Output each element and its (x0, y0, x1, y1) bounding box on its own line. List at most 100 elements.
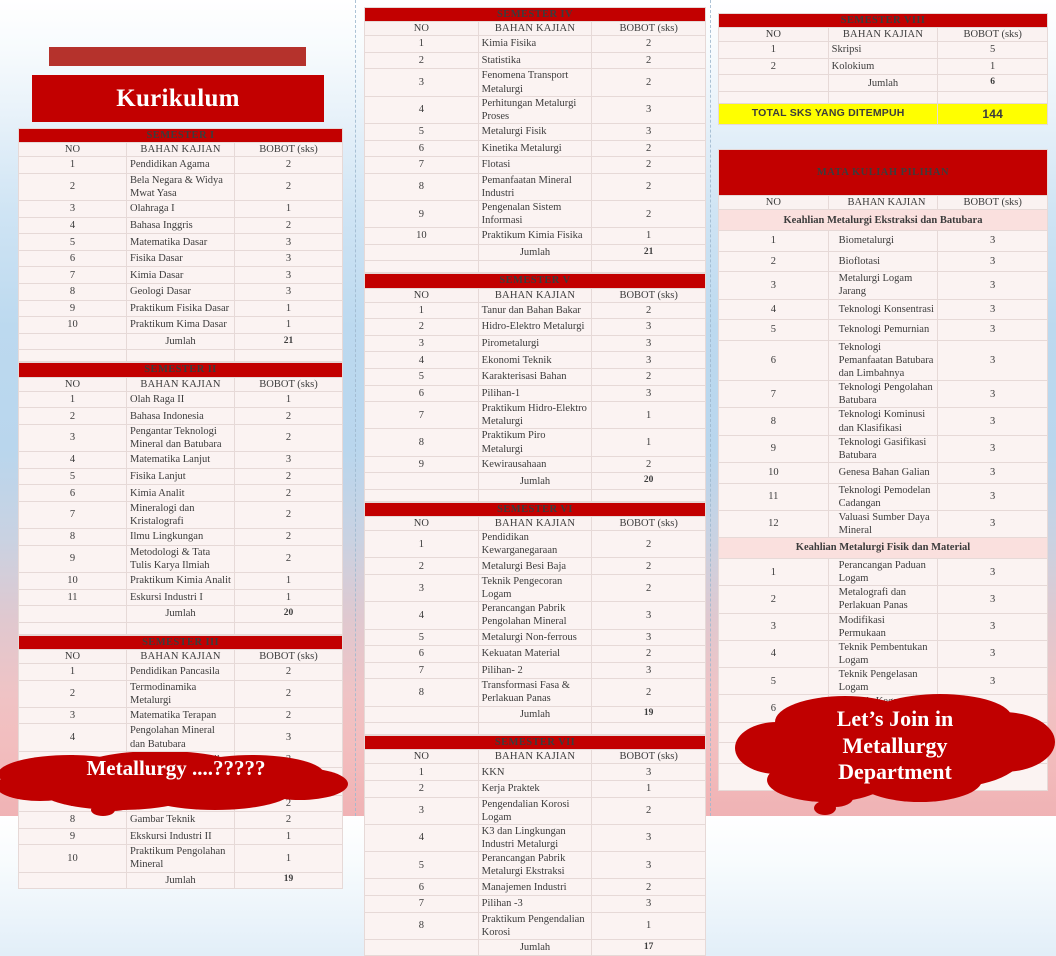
table-row: 7 Flotasi 2 (364, 156, 706, 174)
header-subject: BAHAN KAJIAN (126, 142, 235, 158)
table-row: 5 Fisika Lanjut 2 (18, 467, 343, 486)
table-row: 4 Matematika Lanjut 3 (18, 451, 343, 469)
table-row: 3 Fenomena Transport Metalurgi 2 (364, 68, 706, 97)
row-no: 5 (364, 851, 479, 880)
total-row: Jumlah 20 (364, 472, 706, 490)
row-credits: 3 (937, 585, 1048, 614)
row-subject: Pirometalurgi (477, 334, 593, 353)
table-row: 1 Tanur dan Bahan Bakar 2 (364, 301, 706, 320)
row-subject: Pendidikan Pancasila (126, 663, 235, 681)
row-credits: 3 (591, 661, 706, 680)
row-credits: 2 (234, 528, 343, 546)
row-credits: 2 (234, 500, 343, 530)
row-no: 5 (364, 122, 479, 141)
table-row: 3 Modifikasi Permukaan 3 (718, 612, 1048, 641)
header-subject: BAHAN KAJIAN (126, 648, 235, 665)
row-subject: Teknik Pengecoran Logam (477, 573, 593, 603)
table-row: 2 Kerja Praktek 1 (364, 779, 706, 798)
table-row: 1 KKN 3 (364, 763, 706, 781)
total-credits: 21 (234, 332, 343, 351)
table-row: 10 Praktikum Kimia Fisika 1 (364, 227, 706, 245)
row-subject: Metalografi dan Perlakuan Panas (827, 585, 939, 614)
elective-group-name: Keahlian Metalurgi Ekstraksi dan Batubar… (718, 209, 1048, 232)
row-subject: Bahasa Indonesia (126, 407, 235, 425)
row-credits: 1 (591, 779, 706, 798)
row-no: 6 (364, 645, 479, 663)
total-credits: 21 (591, 243, 706, 262)
table-row: 9 Praktikum Fisika Dasar 1 (18, 299, 343, 318)
row-credits: 2 (234, 423, 343, 453)
semester-title: SEMESTER VIII (718, 12, 1048, 29)
semester-title-row: SEMESTER I (18, 127, 343, 144)
row-no: 8 (364, 172, 479, 201)
header-credits: BOBOT (sks) (937, 195, 1048, 211)
row-subject: Geologi Dasar (126, 283, 235, 301)
row-no: 2 (364, 51, 479, 70)
row-credits: 3 (937, 407, 1048, 436)
total-row: Jumlah 19 (18, 871, 343, 890)
table-row: 5 Teknologi Pemurnian 3 (718, 319, 1048, 341)
table-header-row: NO BAHAN KAJIAN BOBOT (sks) (364, 749, 706, 765)
row-subject: Olah Raga II (126, 390, 235, 409)
row-subject: Mineralogi dan Kristalografi (126, 500, 235, 530)
row-no: 6 (364, 878, 479, 896)
total-sks-row: TOTAL SKS YANG DITEMPUH 144 (717, 103, 1048, 126)
row-no: 1 (18, 156, 127, 174)
row-credits: 3 (234, 266, 343, 285)
table-header-row: NO BAHAN KAJIAN BOBOT (sks) (364, 21, 706, 37)
row-no: 7 (18, 266, 127, 285)
row-no: 1 (18, 390, 127, 409)
row-no: 2 (18, 407, 127, 425)
row-credits: 2 (234, 407, 343, 425)
row-credits: 3 (591, 384, 706, 403)
table-row: 2 Termodinamika Metalurgi 2 (18, 679, 343, 708)
row-no: 2 (364, 318, 479, 336)
row-credits: 3 (937, 298, 1048, 321)
semester-title: SEMESTER VII (364, 735, 706, 751)
row-credits: 3 (591, 95, 706, 124)
table-row: 2 Statistika 2 (364, 51, 706, 70)
row-no: 3 (364, 334, 479, 353)
row-subject: Perhitungan Metalurgi Proses (477, 95, 593, 124)
row-credits: 2 (591, 139, 706, 158)
row-no: 6 (364, 384, 479, 403)
total-credits: 20 (591, 472, 706, 490)
table-row: 1 Pendidikan Pancasila 2 (18, 663, 343, 681)
header-credits: BOBOT (sks) (234, 648, 343, 665)
table-row: 5 Karakterisasi Bahan 2 (364, 368, 706, 386)
table-header-row: NO BAHAN KAJIAN BOBOT (sks) (18, 376, 343, 392)
row-credits: 2 (234, 706, 343, 725)
row-no: 7 (364, 401, 479, 430)
column-divider-right (710, 0, 711, 816)
row-credits: 1 (591, 911, 706, 940)
row-credits: 2 (234, 544, 343, 574)
semester-table: SEMESTER VIII NO BAHAN KAJIAN BOBOT (sks) 1 S… (717, 12, 1048, 126)
row-subject: Manajemen Industri (477, 878, 593, 896)
table-row: 9 Teknologi Gasifikasi Batubara 3 (718, 434, 1048, 463)
row-credits: 2 (591, 455, 706, 474)
row-credits: 3 (937, 612, 1048, 641)
table-row: 5 Metalurgi Fisik 3 (364, 122, 706, 141)
row-no: 4 (718, 298, 829, 321)
table-row: 9 Pengenalan Sistem Informasi 2 (364, 199, 706, 229)
row-credits: 3 (937, 482, 1048, 511)
table-row: 4 Ekonomi Teknik 3 (364, 351, 706, 370)
header-subject: BAHAN KAJIAN (827, 27, 939, 43)
header-credits: BOBOT (sks) (234, 142, 343, 158)
row-credits: 2 (591, 573, 706, 603)
table-row: 7 Pilihan- 23 (364, 661, 706, 680)
row-credits: 2 (234, 172, 343, 202)
row-credits: 1 (234, 200, 343, 218)
row-subject: Matematika Terapan (126, 706, 235, 725)
row-no: 10 (364, 227, 479, 245)
row-subject: Transformasi Fasa & Perlakuan Panas (477, 678, 593, 707)
table-row: 6 Fisika Dasar 3 (18, 249, 343, 268)
table-row: 9 Metodologi & Tata Tulis Karya Ilmiah 2 (18, 544, 343, 574)
row-credits: 1 (937, 57, 1048, 76)
row-no: 2 (718, 250, 829, 273)
table-row: 4 Pengolahan Mineral dan Batubara 3 (18, 723, 343, 752)
row-subject: Ekskursi Industri II (126, 827, 235, 846)
row-subject: Teknologi Pemurnian (827, 319, 939, 341)
row-no: 4 (364, 95, 479, 124)
row-credits: 2 (591, 796, 706, 825)
